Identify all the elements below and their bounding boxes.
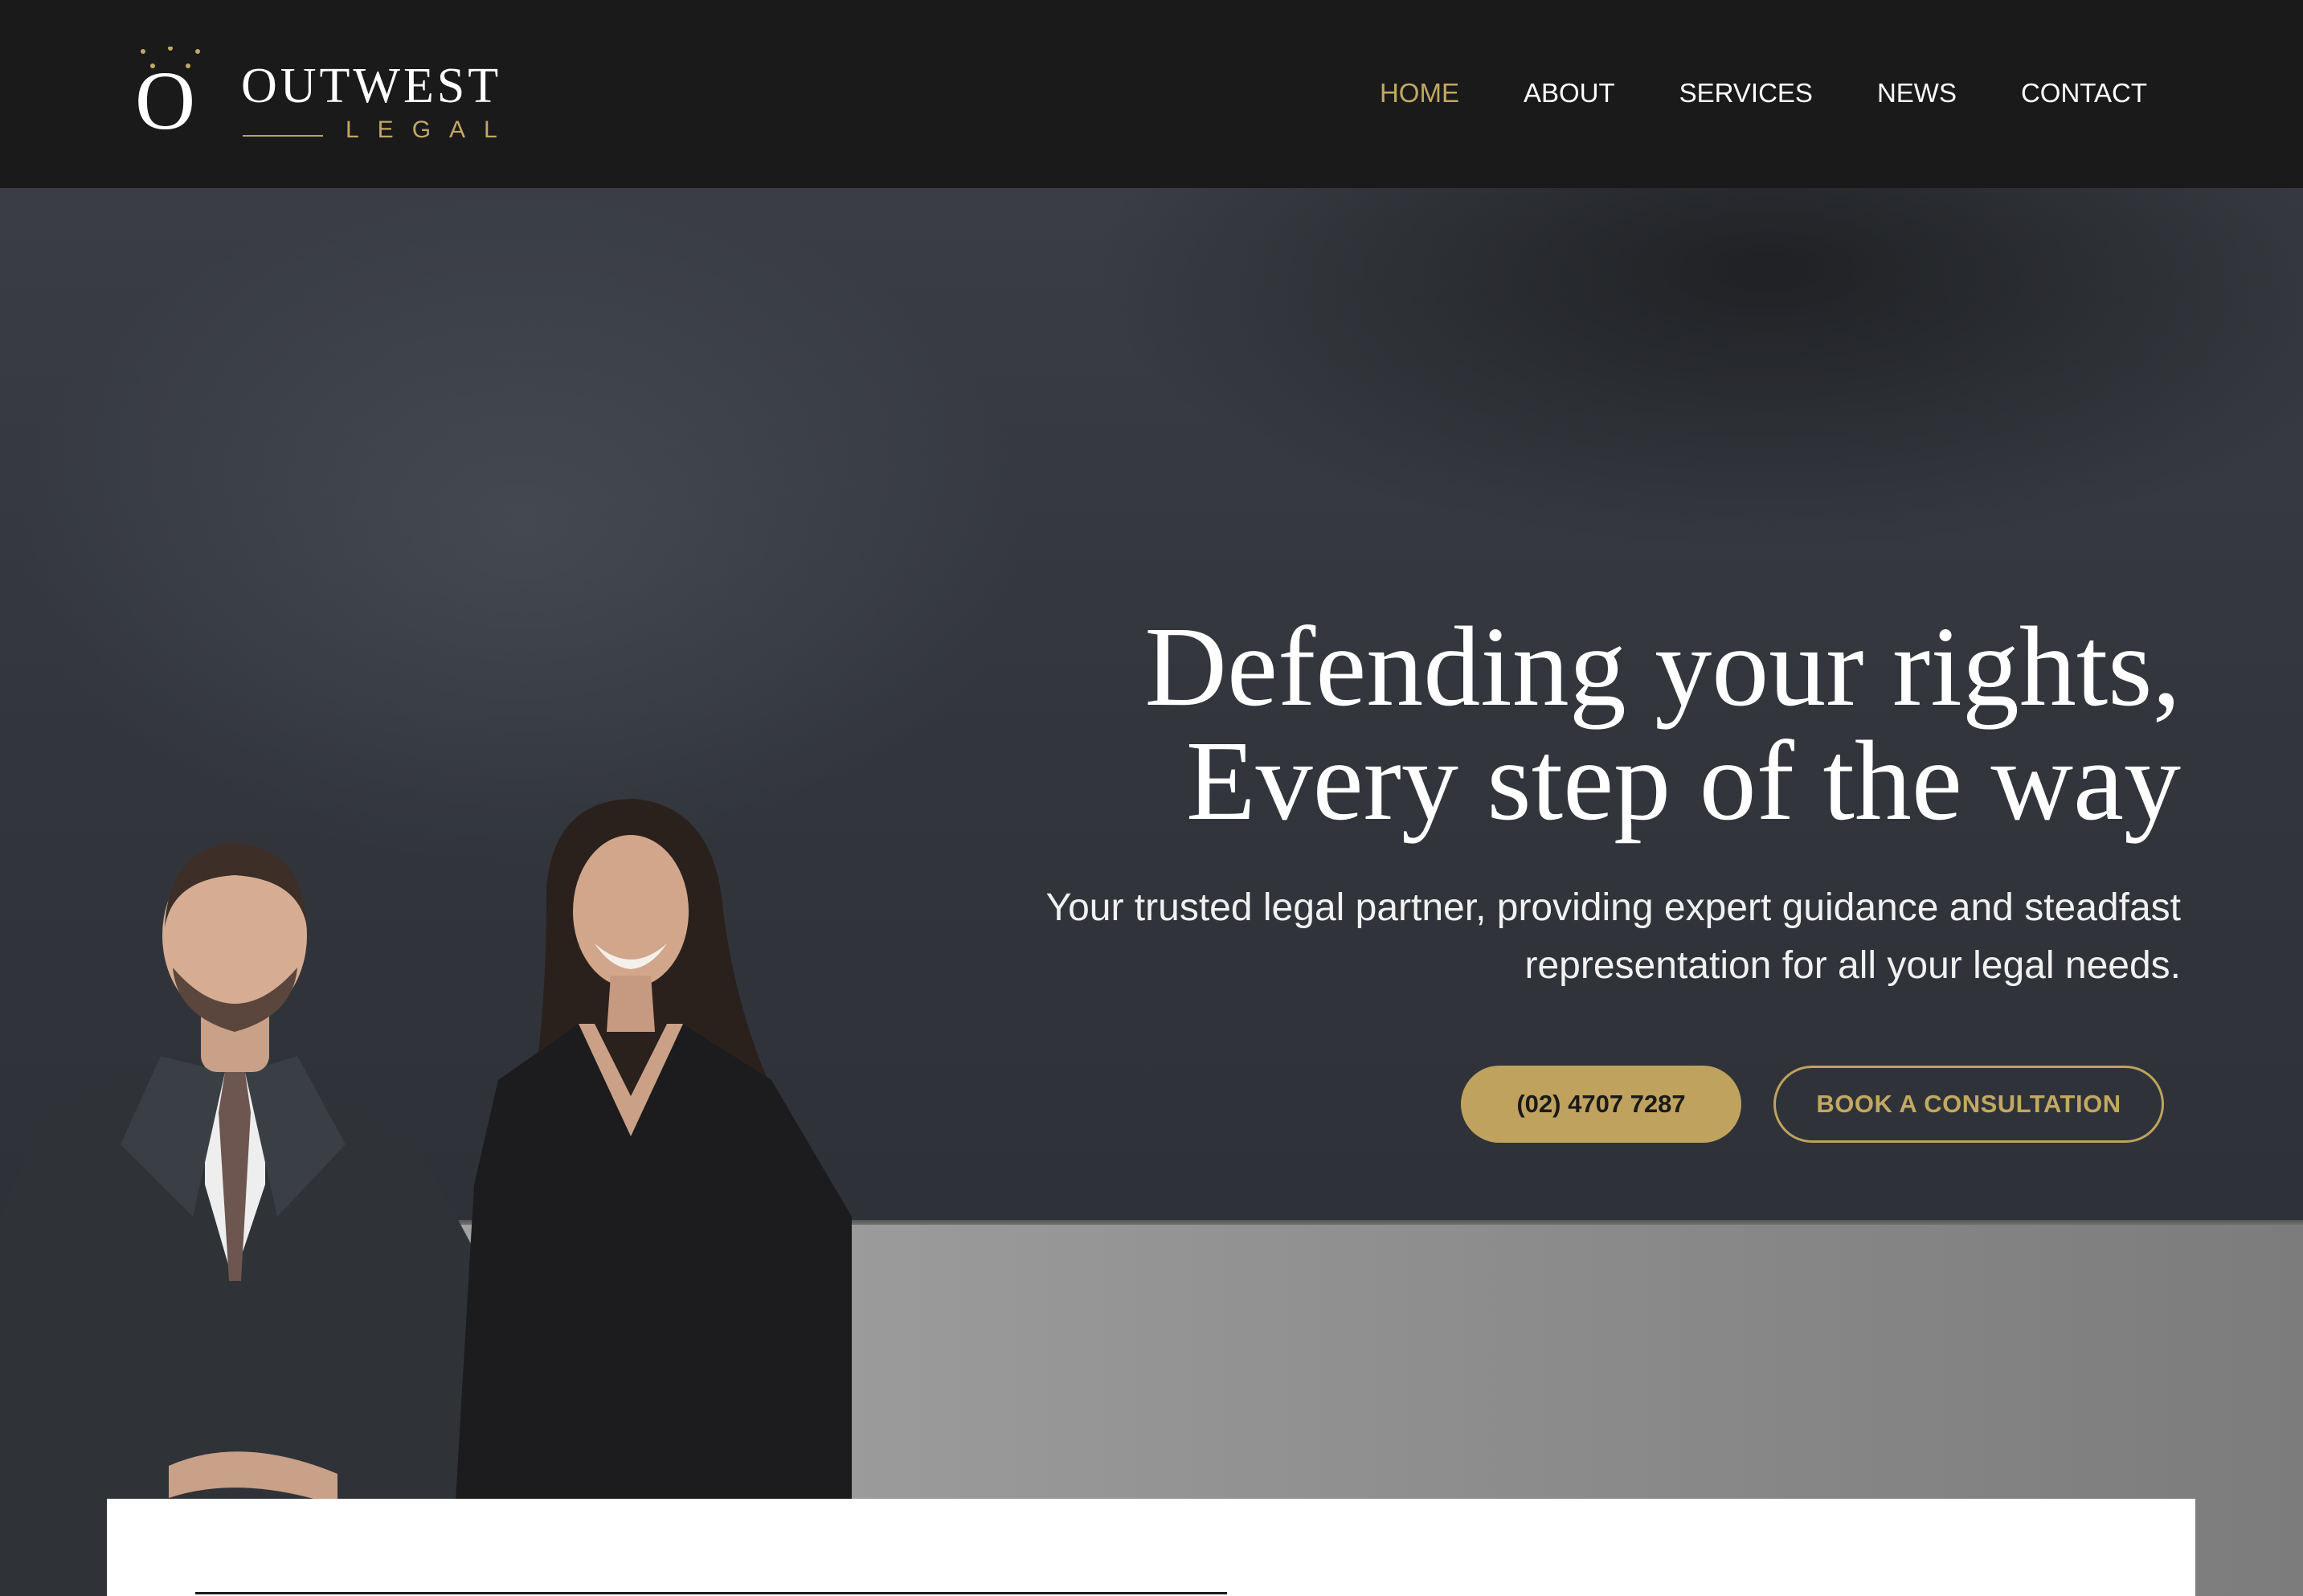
team-photo-icon: [0, 799, 852, 1596]
hero-section: Defending your rights, Every step of the…: [0, 188, 2303, 1596]
site-header: O OUTWEST LEGAL HOME ABOUT SERVICES NEWS…: [0, 0, 2303, 188]
logo-subtitle: LEGAL: [346, 117, 516, 143]
man-figure: [0, 843, 514, 1596]
logo-divider: [243, 135, 323, 137]
nav-contact[interactable]: CONTACT: [2021, 77, 2147, 109]
woman-figure: [450, 799, 852, 1596]
logo-mark: O: [135, 55, 196, 147]
nav-services[interactable]: SERVICES: [1679, 77, 1813, 109]
hero-subtitle: Your trusted legal partner, providing ex…: [895, 879, 2181, 995]
logo[interactable]: O OUTWEST LEGAL: [135, 47, 505, 151]
logo-wordmark: OUTWEST: [241, 59, 502, 113]
hero-subtitle-line-1: Your trusted legal partner, providing ex…: [1045, 886, 2181, 929]
hero-subtitle-line-2: representation for all your legal needs.: [1524, 944, 2182, 987]
content-card: [107, 1499, 2195, 1596]
hero-title-line-1: Defending your rights,: [1144, 603, 2181, 730]
nav-news[interactable]: NEWS: [1877, 77, 1957, 109]
hero-title: Defending your rights, Every step of the…: [815, 609, 2181, 837]
hero-title-line-2: Every step of the way: [1185, 717, 2181, 844]
nav-home[interactable]: HOME: [1380, 77, 1459, 109]
main-nav: HOME ABOUT SERVICES NEWS CONTACT: [1380, 77, 2147, 109]
card-divider: [195, 1592, 1227, 1594]
book-consultation-button[interactable]: BOOK A CONSULTATION: [1773, 1066, 2164, 1143]
nav-about[interactable]: ABOUT: [1524, 77, 1615, 109]
phone-button[interactable]: (02) 4707 7287: [1461, 1066, 1741, 1143]
